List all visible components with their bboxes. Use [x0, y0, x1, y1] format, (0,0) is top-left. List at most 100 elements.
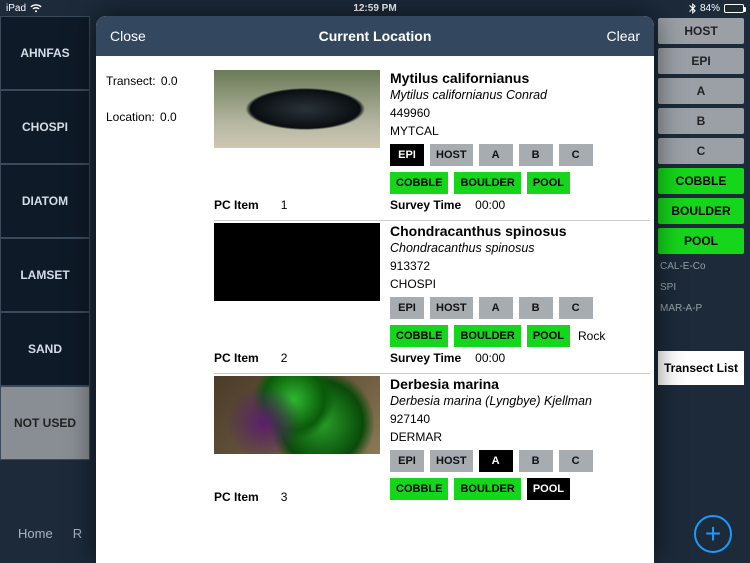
item-left: PC Item 2	[214, 223, 380, 365]
species-number: 449960	[390, 106, 646, 120]
tag-row-1: EPI HOST A B C	[390, 450, 646, 472]
transect-list-button[interactable]: Transect List	[658, 351, 744, 385]
species-code: MYTCAL	[390, 124, 646, 138]
clear-button[interactable]: Clear	[607, 28, 640, 44]
list-item[interactable]: PC Item 1 Mytilus californianus Mytilus …	[214, 68, 650, 221]
tag-row-1: EPI HOST A B C	[390, 297, 646, 319]
sidebar-btn-5[interactable]: NOT USED	[0, 386, 90, 460]
sidebar-btn-1[interactable]: CHOSPI	[0, 90, 90, 164]
transect-value: 0.0	[161, 74, 178, 88]
status-bar: iPad 12:59 PM 84%	[0, 0, 750, 16]
tag-pool[interactable]: POOL	[527, 325, 570, 347]
nav-home[interactable]: Home	[18, 526, 53, 541]
tag-b[interactable]: B	[519, 450, 553, 472]
battery-icon	[724, 4, 744, 13]
species-code: CHOSPI	[390, 277, 646, 291]
list-item[interactable]: PC Item 3 Derbesia marina Derbesia marin…	[214, 374, 650, 512]
item-left: PC Item 1	[214, 70, 380, 212]
tag-epi[interactable]: EPI	[390, 297, 424, 319]
species-scientific: Mytilus californianus Conrad	[390, 88, 646, 102]
tag-host[interactable]: HOST	[430, 144, 473, 166]
sidebar-btn-0[interactable]: AHNFAS	[0, 16, 90, 90]
item-left: PC Item 3	[214, 376, 380, 504]
modal-body: Transect: 0.0 Location: 0.0 PC Item 1	[96, 56, 654, 563]
tag-pool[interactable]: POOL	[527, 172, 570, 194]
current-location-modal: Close Current Location Clear Transect: 0…	[96, 16, 654, 563]
pc-item-label: PC Item	[214, 198, 259, 212]
status-left: iPad	[6, 3, 42, 14]
location-label: Location:	[106, 110, 155, 124]
pc-item-value: 1	[281, 198, 288, 212]
bg-text-1: SPI	[658, 279, 744, 296]
item-right: Derbesia marina Derbesia marina (Lyngbye…	[390, 376, 646, 504]
close-button[interactable]: Close	[110, 28, 146, 44]
species-scientific: Derbesia marina (Lyngbye) Kjellman	[390, 394, 646, 408]
survey-time-value: 00:00	[475, 198, 505, 212]
add-button[interactable]: +	[694, 515, 732, 553]
tag-row-2: COBBLE BOULDER POOL	[390, 172, 646, 194]
pc-item-label: PC Item	[214, 351, 259, 365]
tag-epi[interactable]: EPI	[390, 450, 424, 472]
bg-chip-b[interactable]: B	[658, 108, 744, 134]
survey-time-label: Survey Time	[390, 351, 461, 365]
tag-boulder[interactable]: BOULDER	[454, 478, 520, 500]
list-item[interactable]: PC Item 2 Chondracanthus spinosus Chondr…	[214, 221, 650, 374]
tag-c[interactable]: C	[559, 144, 593, 166]
bg-bottom-nav: Home R	[0, 513, 82, 553]
species-number: 913372	[390, 259, 646, 273]
pc-item-value: 3	[281, 490, 288, 504]
bg-chip-pool[interactable]: POOL	[658, 228, 744, 254]
tag-epi[interactable]: EPI	[390, 144, 424, 166]
tag-row-1: EPI HOST A B C	[390, 144, 646, 166]
species-name: Derbesia marina	[390, 376, 646, 392]
device-label: iPad	[6, 3, 26, 14]
species-name: Mytilus californianus	[390, 70, 646, 86]
bg-chip-host[interactable]: HOST	[658, 18, 744, 44]
tag-extra: Rock	[576, 329, 605, 343]
survey-time-value: 00:00	[475, 351, 505, 365]
survey-time-label: Survey Time	[390, 198, 461, 212]
tag-row-2: COBBLE BOULDER POOL	[390, 478, 646, 500]
sidebar-btn-2[interactable]: DIATOM	[0, 164, 90, 238]
bg-right-panel: HOST EPI A B C COBBLE BOULDER POOL CAL-E…	[658, 18, 744, 385]
nav-r[interactable]: R	[73, 526, 82, 541]
tag-a[interactable]: A	[479, 144, 513, 166]
modal-list[interactable]: PC Item 1 Mytilus californianus Mytilus …	[214, 56, 654, 563]
thumbnail	[214, 223, 380, 301]
tag-host[interactable]: HOST	[430, 450, 473, 472]
sidebar-btn-3[interactable]: LAMSET	[0, 238, 90, 312]
thumbnail	[214, 376, 380, 454]
tag-cobble[interactable]: COBBLE	[390, 325, 448, 347]
sidebar-btn-4[interactable]: SAND	[0, 312, 90, 386]
thumbnail	[214, 70, 380, 148]
tag-c[interactable]: C	[559, 450, 593, 472]
bg-chip-boulder[interactable]: BOULDER	[658, 198, 744, 224]
tag-a[interactable]: A	[479, 297, 513, 319]
tag-boulder[interactable]: BOULDER	[454, 325, 520, 347]
tag-c[interactable]: C	[559, 297, 593, 319]
app-root: iPad 12:59 PM 84% AHNFAS CHOSPI DIATOM L…	[0, 0, 750, 563]
tag-cobble[interactable]: COBBLE	[390, 172, 448, 194]
tag-host[interactable]: HOST	[430, 297, 473, 319]
plus-icon: +	[705, 520, 721, 548]
bg-chip-epi[interactable]: EPI	[658, 48, 744, 74]
bg-chip-a[interactable]: A	[658, 78, 744, 104]
species-number: 927140	[390, 412, 646, 426]
modal-header: Close Current Location Clear	[96, 16, 654, 56]
tag-cobble[interactable]: COBBLE	[390, 478, 448, 500]
species-code: DERMAR	[390, 430, 646, 444]
species-scientific: Chondracanthus spinosus	[390, 241, 646, 255]
tag-b[interactable]: B	[519, 297, 553, 319]
bg-chip-cobble[interactable]: COBBLE	[658, 168, 744, 194]
tag-b[interactable]: B	[519, 144, 553, 166]
bg-text-2: MAR-A-P	[658, 300, 744, 317]
species-name: Chondracanthus spinosus	[390, 223, 646, 239]
bg-sidebar: AHNFAS CHOSPI DIATOM LAMSET SAND NOT USE…	[0, 16, 90, 523]
bg-chip-c[interactable]: C	[658, 138, 744, 164]
bg-text-0: CAL-E-Co	[658, 258, 744, 275]
location-value: 0.0	[160, 110, 177, 124]
tag-pool[interactable]: POOL	[527, 478, 570, 500]
tag-row-2: COBBLE BOULDER POOL Rock	[390, 325, 646, 347]
tag-a[interactable]: A	[479, 450, 513, 472]
tag-boulder[interactable]: BOULDER	[454, 172, 520, 194]
